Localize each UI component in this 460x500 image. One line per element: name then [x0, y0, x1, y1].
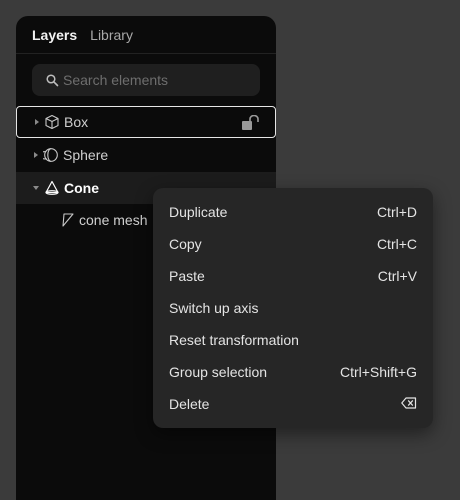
menu-item-shortcut: Ctrl+Shift+G — [339, 364, 417, 380]
menu-item-group-selection[interactable]: Group selection Ctrl+Shift+G — [153, 356, 433, 388]
layer-label: Cone — [64, 180, 99, 196]
menu-item-shortcut: Ctrl+V — [377, 268, 417, 284]
mesh-icon — [60, 212, 76, 228]
menu-item-label: Duplicate — [169, 204, 228, 220]
menu-item-duplicate[interactable]: Duplicate Ctrl+D — [153, 196, 433, 228]
lock-icon[interactable] — [241, 114, 261, 134]
menu-item-label: Delete — [169, 396, 210, 412]
context-menu: Duplicate Ctrl+D Copy Ctrl+C Paste Ctrl+… — [153, 188, 433, 428]
layer-item-sphere[interactable]: Sphere — [16, 139, 276, 171]
expand-caret-icon[interactable] — [34, 152, 38, 158]
sphere-icon — [43, 147, 59, 163]
menu-item-copy[interactable]: Copy Ctrl+C — [153, 228, 433, 260]
menu-item-delete[interactable]: Delete — [153, 388, 433, 420]
layer-label: Sphere — [63, 147, 109, 163]
search-box[interactable] — [32, 64, 260, 96]
menu-item-label: Paste — [169, 268, 205, 284]
expand-caret-icon[interactable] — [35, 119, 39, 125]
cone-icon — [44, 180, 60, 196]
menu-item-reset-transformation[interactable]: Reset transformation — [153, 324, 433, 356]
backspace-icon — [401, 396, 417, 412]
menu-item-switch-up-axis[interactable]: Switch up axis — [153, 292, 433, 324]
tab-layers[interactable]: Layers — [32, 27, 77, 43]
menu-item-label: Group selection — [169, 364, 268, 380]
panel-tabs: Layers Library — [16, 16, 276, 54]
menu-item-shortcut: Ctrl+D — [376, 204, 417, 220]
menu-item-label: Copy — [169, 236, 202, 252]
layer-label: cone mesh — [79, 212, 148, 228]
collapse-caret-icon[interactable] — [33, 186, 39, 190]
cube-icon — [44, 114, 60, 130]
menu-item-label: Reset transformation — [169, 332, 299, 348]
layer-label: Box — [64, 114, 89, 130]
menu-item-label: Switch up axis — [169, 300, 259, 316]
search-icon — [46, 73, 59, 86]
menu-item-paste[interactable]: Paste Ctrl+V — [153, 260, 433, 292]
tab-library[interactable]: Library — [90, 27, 133, 43]
menu-item-shortcut: Ctrl+C — [376, 236, 417, 252]
search-input[interactable] — [63, 72, 243, 88]
layer-item-box[interactable]: Box — [16, 106, 276, 138]
